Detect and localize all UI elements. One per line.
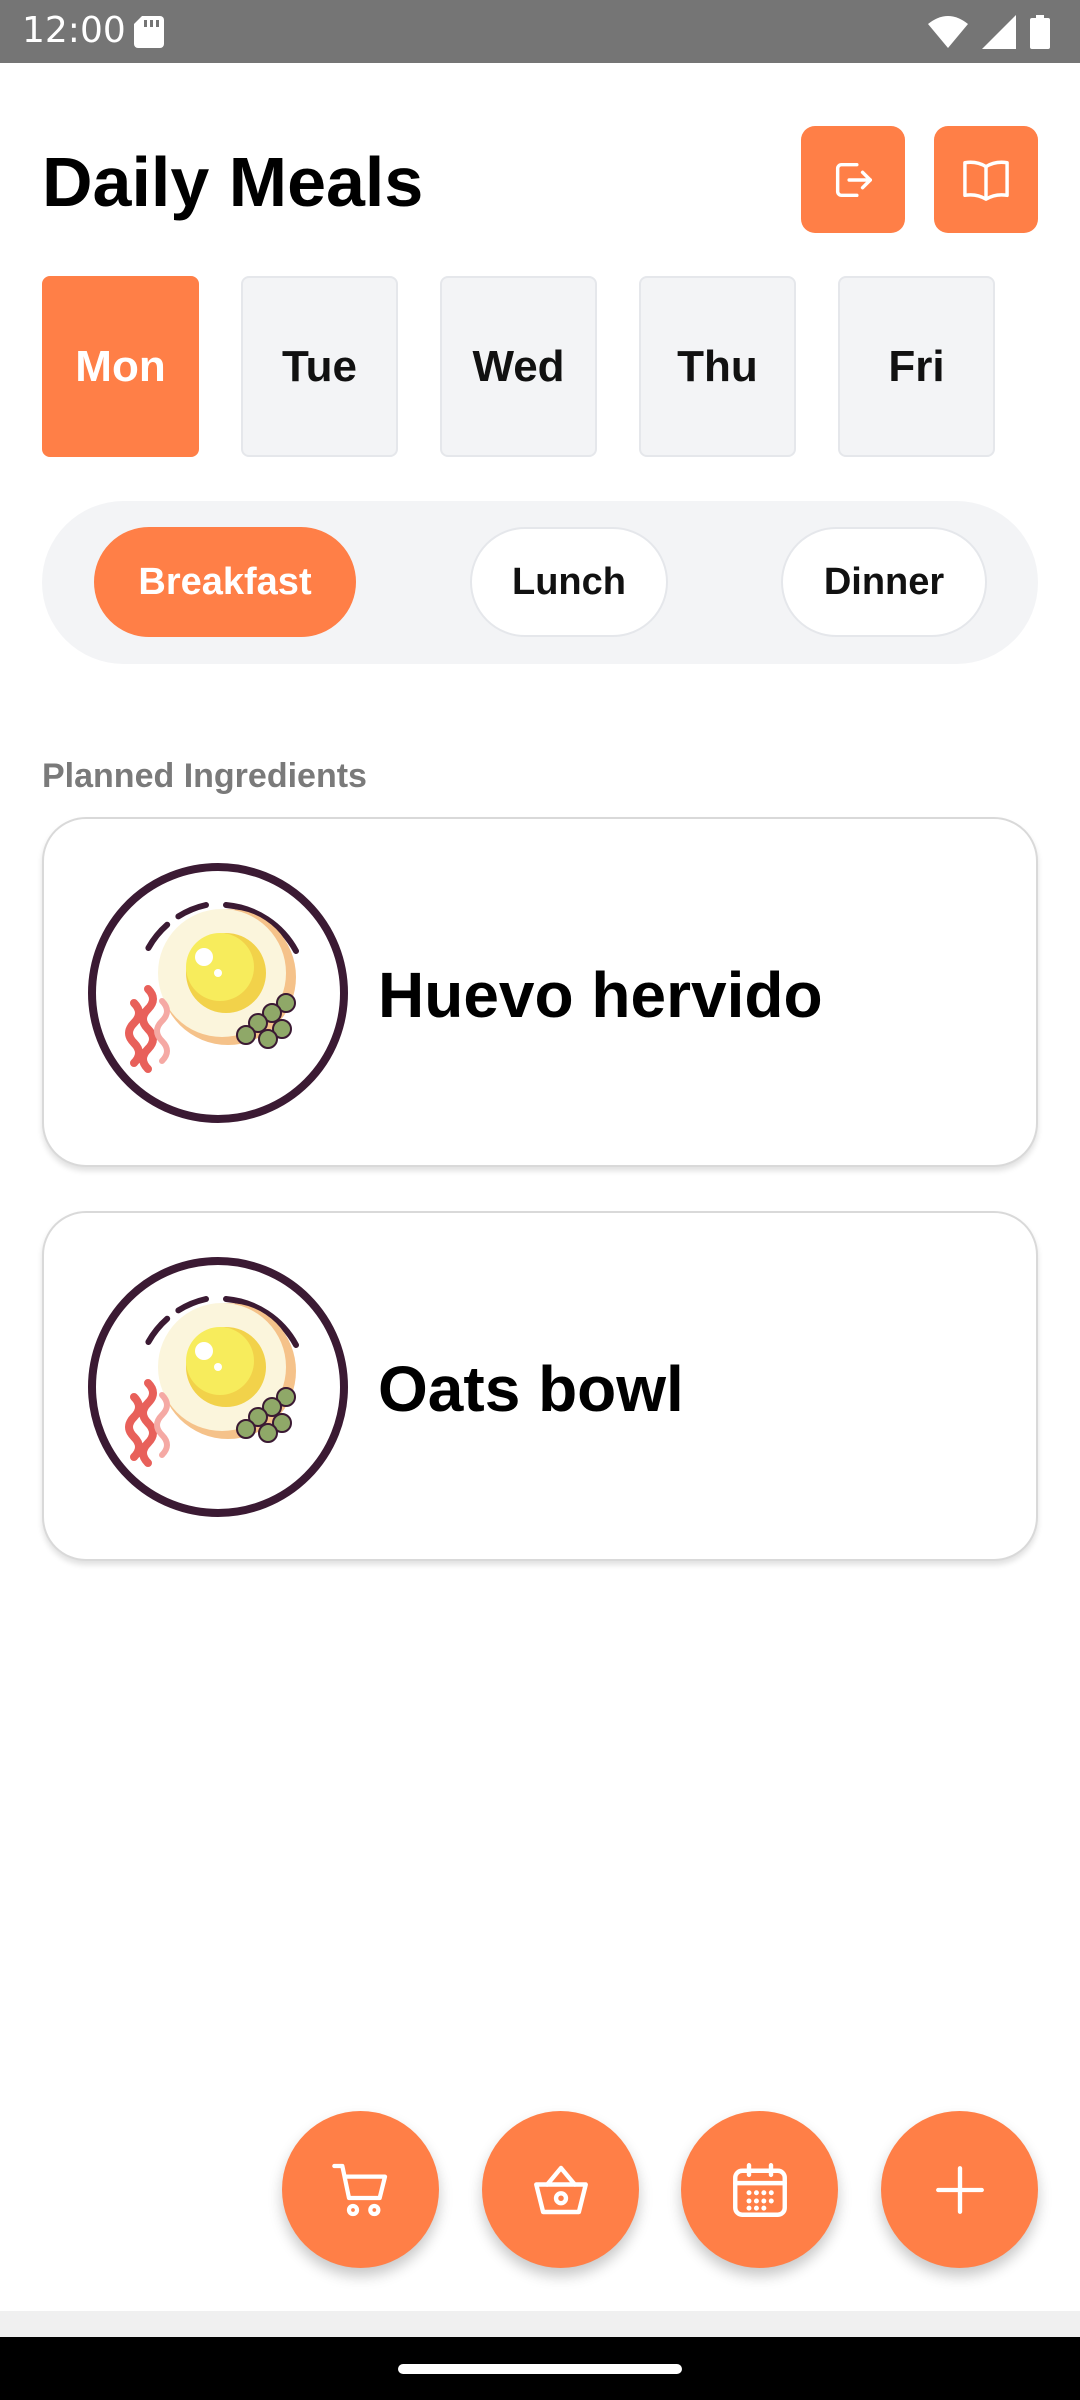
signal-icon — [982, 15, 1016, 49]
battery-icon — [1030, 15, 1050, 49]
shopping-cart-button[interactable] — [282, 2111, 439, 2268]
wifi-icon — [928, 16, 968, 48]
meal-name: Oats bowl — [378, 1353, 684, 1425]
day-tab-fri[interactable]: Fri — [838, 276, 995, 457]
add-meal-button[interactable] — [881, 2111, 1038, 2268]
day-tab-tue[interactable]: Tue — [241, 276, 398, 457]
logout-icon — [835, 162, 872, 197]
breakfast-plate-icon — [88, 1257, 348, 1517]
plus-icon — [935, 2165, 984, 2214]
logout-button[interactable] — [801, 126, 905, 233]
status-bar: 12:00 — [0, 0, 1080, 63]
section-label: Planned Ingredients — [42, 757, 367, 795]
meal-tab-lunch[interactable]: Lunch — [470, 527, 668, 637]
meal-name: Huevo hervido — [378, 959, 823, 1031]
recipe-book-button[interactable] — [934, 126, 1038, 233]
meal-tab-dinner[interactable]: Dinner — [781, 527, 987, 637]
day-tab-mon[interactable]: Mon — [42, 276, 199, 457]
cart-icon — [331, 2163, 387, 2216]
page-title: Daily Meals — [42, 143, 424, 221]
calendar-icon — [732, 2162, 787, 2217]
calendar-button[interactable] — [681, 2111, 838, 2268]
status-icons — [928, 14, 1050, 50]
day-tab-thu[interactable]: Thu — [639, 276, 796, 457]
day-selector: Mon Tue Wed Thu Fri — [42, 276, 995, 457]
meal-tab-breakfast[interactable]: Breakfast — [94, 527, 356, 637]
meal-card[interactable]: Huevo hervido — [42, 817, 1038, 1167]
sd-card-icon — [134, 16, 164, 48]
home-handle[interactable] — [398, 2364, 682, 2374]
basket-icon — [533, 2165, 588, 2214]
day-tab-wed[interactable]: Wed — [440, 276, 597, 457]
status-time: 12:00 — [22, 10, 126, 51]
system-nav-bar — [0, 2337, 1080, 2400]
nav-divider — [0, 2311, 1080, 2337]
basket-button[interactable] — [482, 2111, 639, 2268]
meal-type-selector: Breakfast Lunch Dinner — [42, 501, 1038, 664]
breakfast-plate-icon — [88, 863, 348, 1123]
book-icon — [963, 160, 1009, 201]
meal-card[interactable]: Oats bowl — [42, 1211, 1038, 1561]
